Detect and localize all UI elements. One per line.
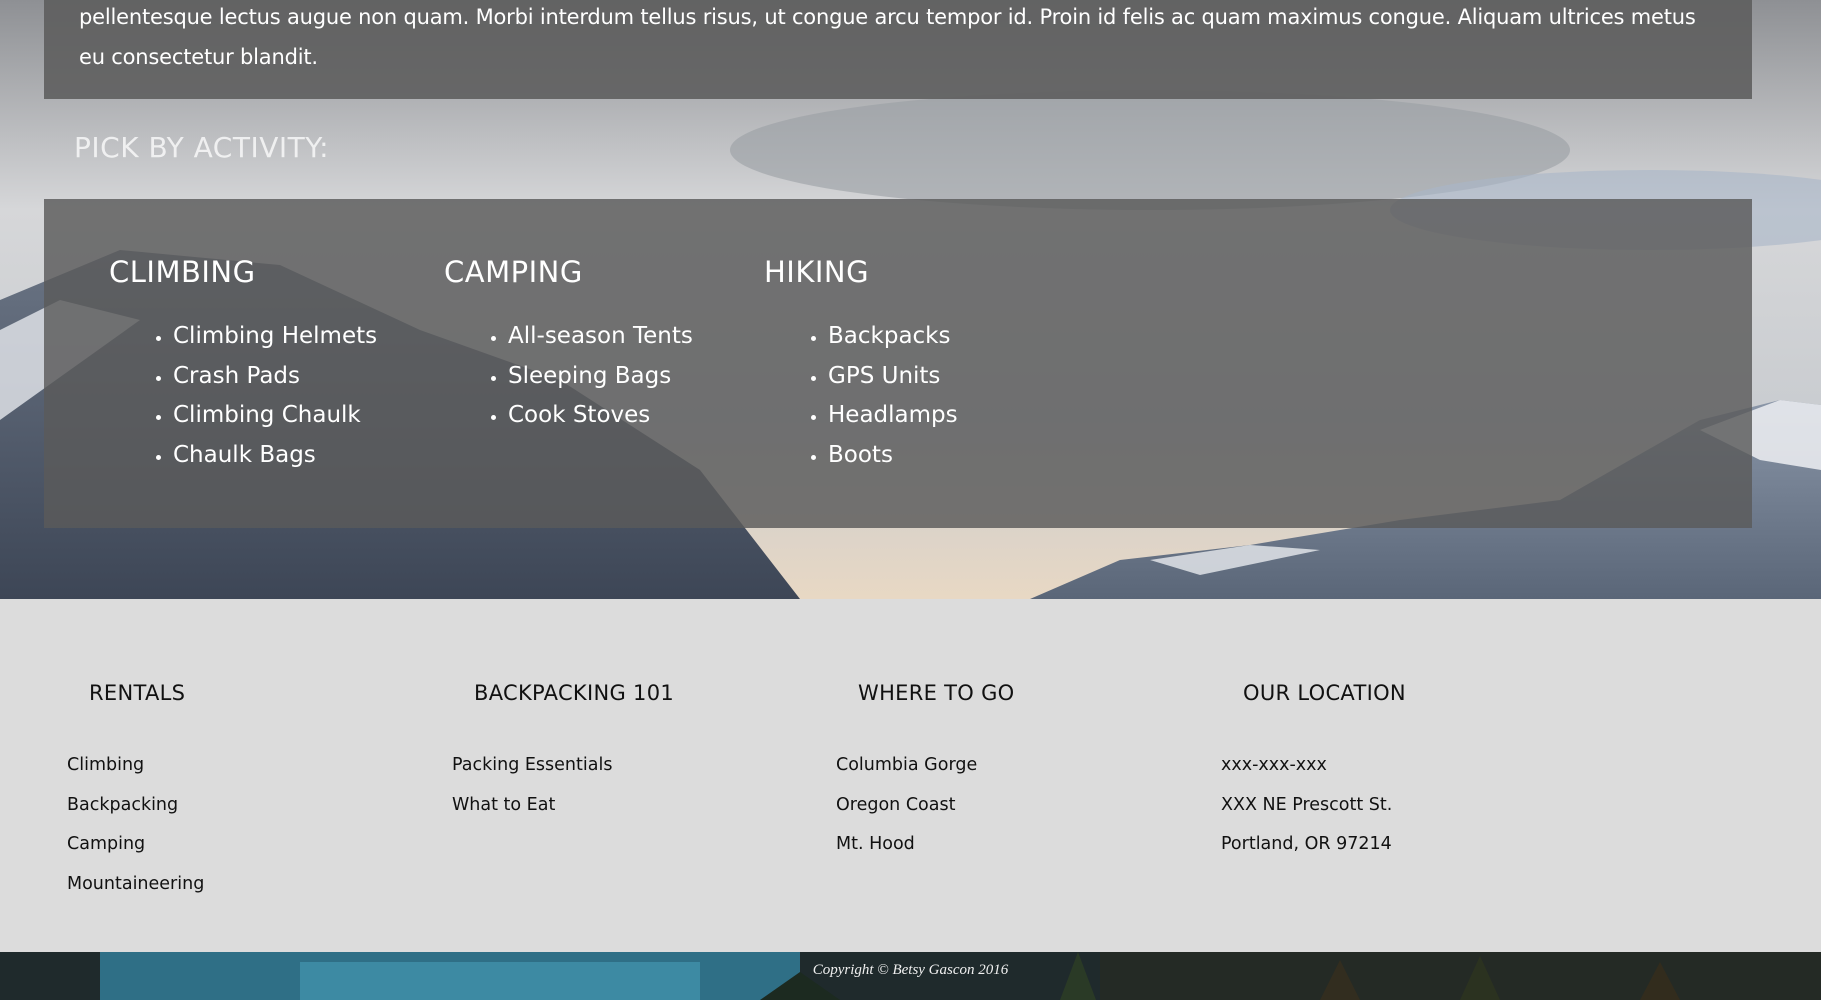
- copyright-bar: Copyright © Betsy Gascon 2016: [0, 952, 1821, 1000]
- activity-panel: CLIMBING Climbing Helmets Crash Pads Cli…: [44, 199, 1752, 528]
- list-item[interactable]: Cook Stoves: [508, 396, 693, 436]
- list-item[interactable]: All-season Tents: [508, 317, 693, 357]
- footer-list-rentals: Climbing Backpacking Camping Mountaineer…: [67, 746, 204, 904]
- copyright-text: Copyright © Betsy Gascon 2016: [812, 962, 1009, 978]
- intro-text-band: pellentesque lectus augue non quam. Morb…: [44, 0, 1752, 99]
- activity-column-climbing: CLIMBING Climbing Helmets Crash Pads Cli…: [109, 255, 377, 475]
- activity-title-hiking[interactable]: HIKING: [764, 255, 958, 289]
- footer-heading-our-location: OUR LOCATION: [1243, 681, 1406, 705]
- footer-link[interactable]: Columbia Gorge: [836, 746, 1015, 786]
- site-footer: RENTALS Climbing Backpacking Camping Mou…: [0, 599, 1821, 952]
- footer-column-where-to-go: WHERE TO GO Columbia Gorge Oregon Coast …: [836, 681, 1015, 865]
- list-item[interactable]: Chaulk Bags: [173, 436, 377, 476]
- footer-link[interactable]: What to Eat: [452, 786, 674, 826]
- list-item[interactable]: Climbing Chaulk: [173, 396, 377, 436]
- footer-list-backpacking-101: Packing Essentials What to Eat: [452, 746, 674, 825]
- footer-link[interactable]: Backpacking: [67, 786, 204, 826]
- footer-link[interactable]: Packing Essentials: [452, 746, 674, 786]
- footer-column-our-location: OUR LOCATION xxx-xxx-xxx XXX NE Prescott…: [1221, 681, 1406, 865]
- footer-heading-backpacking-101: BACKPACKING 101: [474, 681, 675, 705]
- footer-list-our-location: xxx-xxx-xxx XXX NE Prescott St. Portland…: [1221, 746, 1406, 865]
- footer-heading-where-to-go: WHERE TO GO: [858, 681, 1015, 705]
- pick-by-activity-heading: PICK BY ACTIVITY:: [74, 131, 330, 164]
- list-item[interactable]: Backpacks: [828, 317, 958, 357]
- list-item[interactable]: Climbing Helmets: [173, 317, 377, 357]
- activity-column-hiking: HIKING Backpacks GPS Units Headlamps Boo…: [764, 255, 958, 475]
- footer-column-backpacking-101: BACKPACKING 101 Packing Essentials What …: [452, 681, 674, 825]
- list-item[interactable]: Crash Pads: [173, 357, 377, 397]
- footer-link[interactable]: Mountaineering: [67, 865, 204, 905]
- list-item[interactable]: Headlamps: [828, 396, 958, 436]
- list-item[interactable]: Sleeping Bags: [508, 357, 693, 397]
- phone-number: xxx-xxx-xxx: [1221, 755, 1327, 775]
- intro-paragraph: pellentesque lectus augue non quam. Morb…: [79, 5, 1696, 69]
- footer-link[interactable]: Camping: [67, 825, 204, 865]
- list-item[interactable]: GPS Units: [828, 357, 958, 397]
- hiking-list: Backpacks GPS Units Headlamps Boots: [764, 317, 958, 475]
- street-address: XXX NE Prescott St.: [1221, 794, 1393, 815]
- footer-column-rentals: RENTALS Climbing Backpacking Camping Mou…: [67, 681, 204, 904]
- climbing-list: Climbing Helmets Crash Pads Climbing Cha…: [109, 317, 377, 475]
- activity-title-camping[interactable]: CAMPING: [444, 255, 693, 289]
- footer-list-where-to-go: Columbia Gorge Oregon Coast Mt. Hood: [836, 746, 1015, 865]
- camping-list: All-season Tents Sleeping Bags Cook Stov…: [444, 317, 693, 436]
- footer-link[interactable]: Oregon Coast: [836, 786, 1015, 826]
- list-item[interactable]: Boots: [828, 436, 958, 476]
- footer-link[interactable]: Mt. Hood: [836, 825, 1015, 865]
- city-address: Portland, OR 97214: [1221, 834, 1392, 854]
- footer-link[interactable]: Climbing: [67, 746, 204, 786]
- activity-column-camping: CAMPING All-season Tents Sleeping Bags C…: [444, 255, 693, 436]
- activity-title-climbing[interactable]: CLIMBING: [109, 255, 377, 289]
- footer-heading-rentals: RENTALS: [89, 681, 186, 705]
